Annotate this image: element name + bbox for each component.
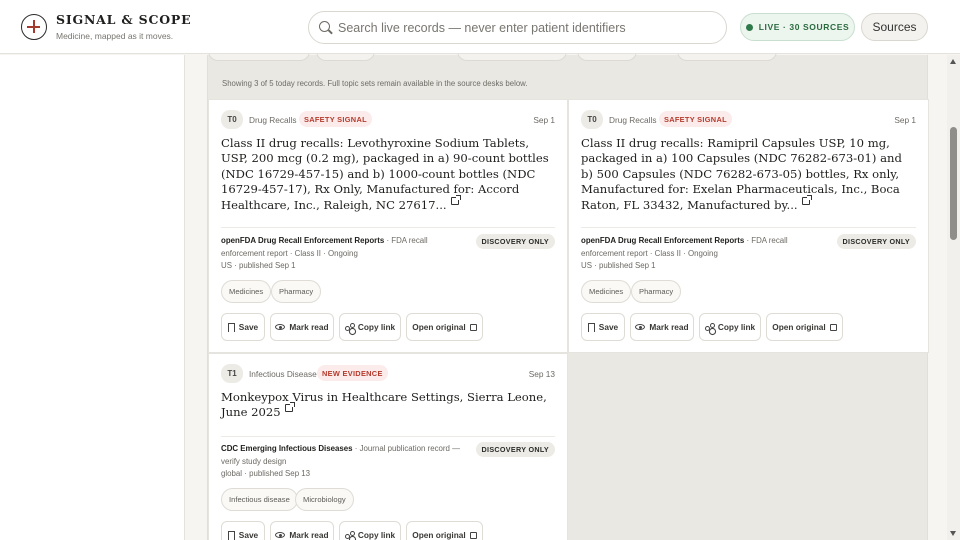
live-sources-label: LIVE · 30 SOURCES	[758, 22, 850, 32]
record-card: T1 Infectious Disease NEW EVIDENCE Sep 1…	[208, 353, 568, 540]
source-meta: US · published Sep 1	[221, 261, 296, 270]
divider	[221, 436, 555, 437]
record-card: T0 Drug Recalls SAFETY SIGNAL Sep 1 Clas…	[568, 99, 929, 353]
copy-link-button[interactable]: Copy link	[699, 313, 761, 341]
external-link-icon	[469, 531, 477, 539]
signal-badge: NEW EVIDENCE	[317, 365, 388, 381]
record-title[interactable]: Monkeypox Virus in Healthcare Settings, …	[221, 390, 547, 419]
topic-tag[interactable]: Pharmacy	[631, 280, 682, 303]
category-label: Drug Recalls	[249, 115, 297, 125]
mark-read-label: Mark read	[289, 322, 329, 332]
discovery-badge: DISCOVERY ONLY	[475, 442, 555, 457]
copy-link-label: Copy link	[717, 322, 756, 332]
brand-title[interactable]: SIGNAL & SCOPE	[56, 12, 191, 27]
divider	[581, 227, 916, 228]
copy-link-label: Copy link	[357, 530, 396, 540]
mark-read-button[interactable]: Mark read	[270, 313, 334, 341]
record-date: Sep 13	[528, 369, 555, 379]
topic-tag[interactable]: Medicines	[581, 280, 632, 303]
results-notice: Showing 3 of 5 today records. Full topic…	[222, 79, 528, 88]
logo-crosshair-icon[interactable]	[21, 14, 47, 40]
source-name: CDC Emerging Infectious Diseases	[221, 444, 353, 453]
mark-read-label: Mark read	[649, 322, 689, 332]
open-original-button[interactable]: Open original	[406, 313, 483, 341]
eye-icon	[275, 324, 286, 330]
bookmark-icon	[587, 322, 595, 332]
source-meta: global · published Sep 13	[221, 469, 311, 478]
scroll-down-arrow-icon[interactable]	[950, 531, 956, 536]
copy-link-button[interactable]: Copy link	[339, 521, 401, 540]
signal-badge: SAFETY SIGNAL	[299, 111, 372, 127]
source-name: openFDA Drug Recall Enforcement Reports	[221, 236, 385, 245]
source-meta: US · published Sep 1	[581, 261, 656, 270]
external-link-icon	[469, 323, 477, 331]
search-input[interactable]	[338, 18, 718, 38]
tier-badge: T0	[581, 110, 603, 129]
share-icon	[344, 530, 355, 540]
divider	[221, 227, 555, 228]
sources-button[interactable]: Sources	[861, 13, 928, 41]
open-original-button[interactable]: Open original	[406, 521, 483, 540]
record-title-link[interactable]: Class II drug recalls: Levothyroxine Sod…	[221, 136, 551, 213]
save-button[interactable]: Save	[221, 313, 265, 341]
page-scrollbar[interactable]	[947, 55, 960, 540]
live-status-dot-icon	[745, 23, 753, 31]
search-bar[interactable]	[308, 11, 727, 44]
brand-tagline: Medicine, mapped as it moves.	[56, 31, 174, 41]
external-link-icon[interactable]	[450, 194, 461, 205]
search-icon	[319, 21, 330, 32]
record-date: Sep 1	[533, 115, 555, 125]
mark-read-label: Mark read	[289, 530, 329, 540]
save-label: Save	[238, 322, 259, 332]
record-date: Sep 1	[894, 115, 916, 125]
source-name: openFDA Drug Recall Enforcement Reports	[581, 236, 745, 245]
share-icon	[344, 322, 355, 332]
topic-tag[interactable]: Microbiology	[295, 488, 354, 511]
top-header: SIGNAL & SCOPE Medicine, mapped as it mo…	[0, 0, 960, 54]
feed-panel: Showing 3 of 5 today records. Full topic…	[207, 49, 929, 540]
topic-tag[interactable]: Infectious disease	[221, 488, 298, 511]
tier-badge: T0	[221, 110, 243, 129]
external-link-icon[interactable]	[284, 402, 295, 413]
mark-read-button[interactable]: Mark read	[270, 521, 334, 540]
record-title-link[interactable]: Class II drug recalls: Ramipril Capsules…	[581, 136, 911, 213]
save-button[interactable]: Save	[581, 313, 625, 341]
scroll-up-arrow-icon[interactable]	[950, 59, 956, 64]
discovery-badge: DISCOVERY ONLY	[836, 234, 916, 249]
topic-tag[interactable]: Medicines	[221, 280, 272, 303]
open-original-label: Open original	[412, 530, 466, 540]
copy-link-label: Copy link	[357, 322, 396, 332]
open-original-button[interactable]: Open original	[766, 313, 843, 341]
save-label: Save	[238, 530, 259, 540]
save-label: Save	[598, 322, 619, 332]
mark-read-button[interactable]: Mark read	[630, 313, 694, 341]
open-original-label: Open original	[412, 322, 466, 332]
source-info: openFDA Drug Recall Enforcement Reports …	[581, 235, 831, 273]
category-label: Infectious Disease	[249, 369, 317, 379]
external-link-icon[interactable]	[801, 194, 812, 205]
category-label: Drug Recalls	[609, 115, 657, 125]
record-title-link[interactable]: Monkeypox Virus in Healthcare Settings, …	[221, 390, 551, 421]
open-original-label: Open original	[772, 322, 826, 332]
source-info: CDC Emerging Infectious Diseases · Journ…	[221, 443, 471, 481]
live-sources-badge[interactable]: LIVE · 30 SOURCES	[740, 13, 855, 41]
share-icon	[704, 322, 715, 332]
record-title[interactable]: Class II drug recalls: Ramipril Capsules…	[581, 136, 902, 212]
signal-badge: SAFETY SIGNAL	[659, 111, 732, 127]
discovery-badge: DISCOVERY ONLY	[475, 234, 555, 249]
left-sidebar	[0, 55, 185, 540]
scrollbar-thumb[interactable]	[950, 127, 957, 240]
copy-link-button[interactable]: Copy link	[339, 313, 401, 341]
source-info: openFDA Drug Recall Enforcement Reports …	[221, 235, 471, 273]
record-card: T0 Drug Recalls SAFETY SIGNAL Sep 1 Clas…	[208, 99, 568, 353]
bookmark-icon	[227, 322, 235, 332]
eye-icon	[275, 532, 286, 538]
record-title[interactable]: Class II drug recalls: Levothyroxine Sod…	[221, 136, 549, 212]
external-link-icon	[829, 323, 837, 331]
save-button[interactable]: Save	[221, 521, 265, 540]
topic-tag[interactable]: Pharmacy	[271, 280, 322, 303]
tier-badge: T1	[221, 364, 243, 383]
bookmark-icon	[227, 530, 235, 540]
eye-icon	[635, 324, 646, 330]
